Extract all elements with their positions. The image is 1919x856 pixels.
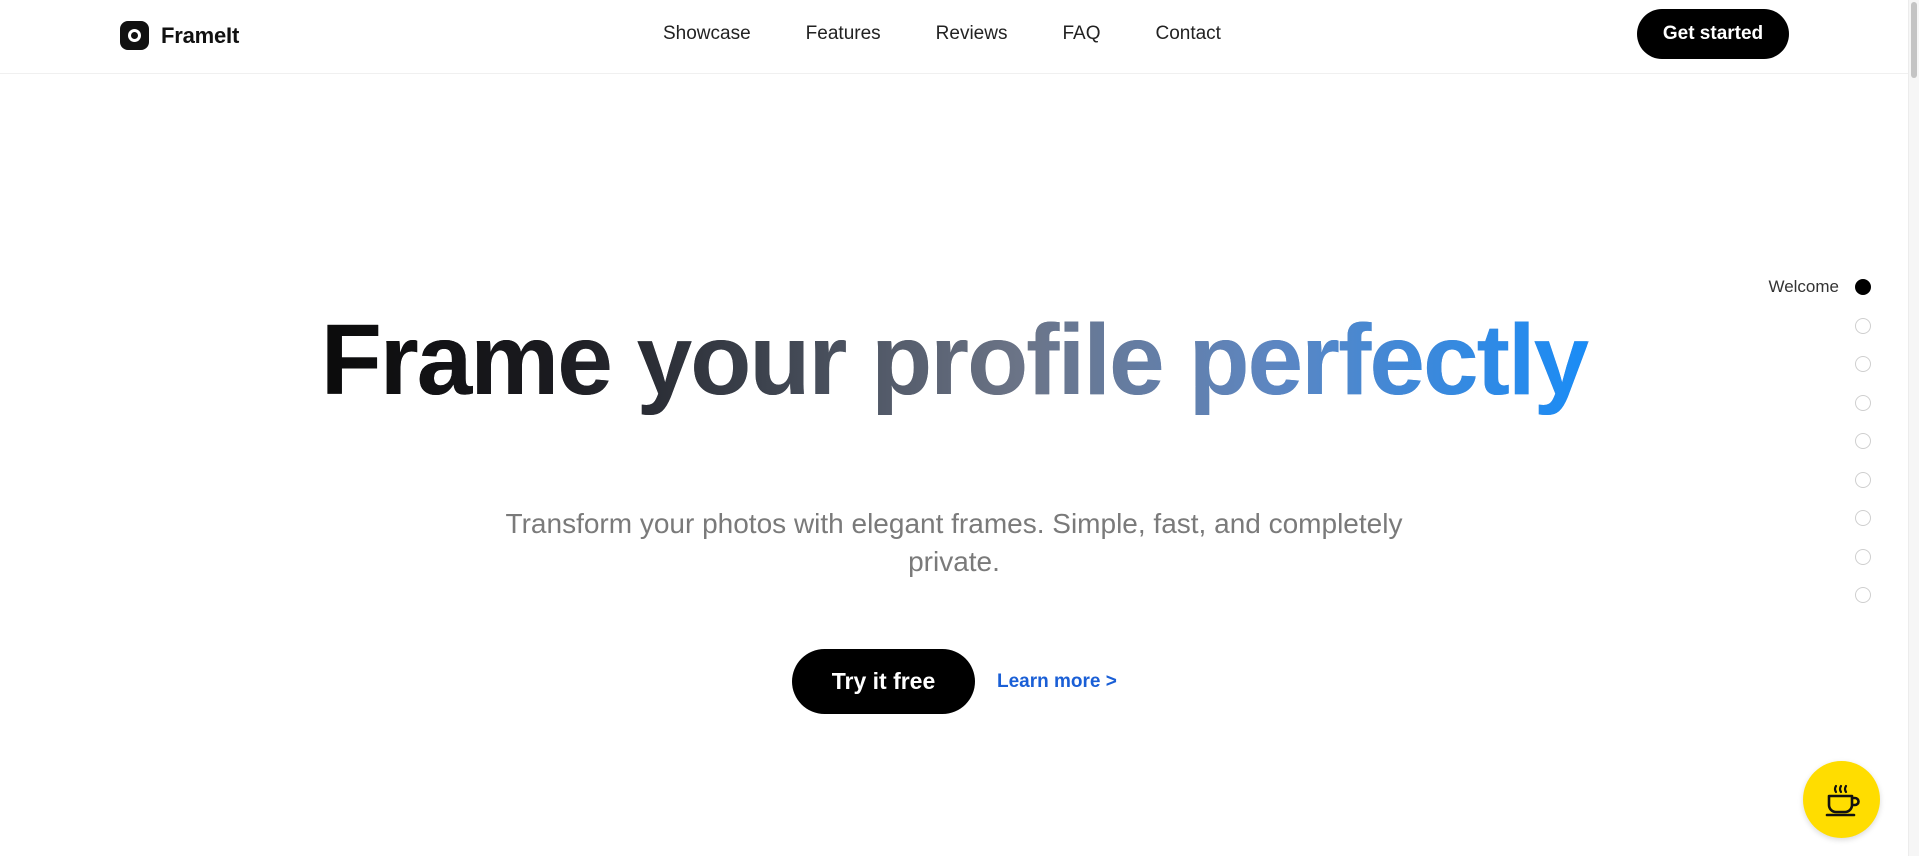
- section-nav-label: Welcome: [1768, 277, 1839, 297]
- page-scrollbar[interactable]: [1908, 0, 1919, 856]
- nav-link-showcase[interactable]: Showcase: [663, 23, 751, 45]
- section-nav-dot[interactable]: [1855, 394, 1871, 411]
- hero-title: Frame your profile perfectly: [0, 300, 1908, 420]
- section-nav-item[interactable]: Welcome: [1768, 268, 1871, 307]
- section-nav-item[interactable]: [1855, 422, 1871, 461]
- section-nav-item[interactable]: [1855, 538, 1871, 577]
- section-nav-dot[interactable]: [1855, 433, 1871, 450]
- coffee-button[interactable]: [1803, 761, 1880, 838]
- coffee-cup-icon: [1825, 784, 1860, 816]
- camera-lens-icon: [120, 21, 149, 50]
- section-nav-item[interactable]: [1855, 461, 1871, 500]
- nav-link-contact[interactable]: Contact: [1155, 23, 1220, 45]
- hero-subtitle: Transform your photos with elegant frame…: [505, 508, 1403, 577]
- try-it-free-button[interactable]: Try it free: [792, 649, 975, 714]
- section-dot-nav: Welcome: [1768, 268, 1871, 615]
- section-nav-dot[interactable]: [1855, 510, 1871, 527]
- section-nav-item[interactable]: [1855, 345, 1871, 384]
- section-nav-item[interactable]: [1855, 499, 1871, 538]
- hero-title-text: Frame your profile perfectly: [321, 300, 1590, 420]
- nav-link-faq[interactable]: FAQ: [1062, 23, 1100, 45]
- site-header: FrameIt Showcase Features Reviews FAQ Co…: [0, 0, 1908, 74]
- section-nav-dot[interactable]: [1855, 587, 1871, 604]
- scrollbar-thumb[interactable]: [1911, 2, 1917, 78]
- section-nav-dot[interactable]: [1855, 471, 1871, 488]
- section-nav-item[interactable]: [1855, 384, 1871, 423]
- brand-logo[interactable]: FrameIt: [120, 21, 239, 50]
- main-nav: Showcase Features Reviews FAQ Contact: [663, 23, 1221, 45]
- section-nav-dot[interactable]: [1855, 317, 1871, 334]
- hero-cta-row: Try it free Learn more >: [792, 649, 1117, 714]
- brand-name: FrameIt: [161, 22, 240, 48]
- section-nav-dot[interactable]: [1855, 279, 1871, 296]
- learn-more-link[interactable]: Learn more >: [997, 671, 1117, 693]
- section-nav-dot[interactable]: [1855, 548, 1871, 565]
- nav-link-reviews[interactable]: Reviews: [936, 23, 1008, 45]
- section-nav-dot[interactable]: [1855, 356, 1871, 373]
- section-nav-item[interactable]: [1855, 307, 1871, 346]
- section-nav-item[interactable]: [1855, 576, 1871, 615]
- get-started-button[interactable]: Get started: [1637, 9, 1789, 59]
- nav-link-features[interactable]: Features: [806, 23, 881, 45]
